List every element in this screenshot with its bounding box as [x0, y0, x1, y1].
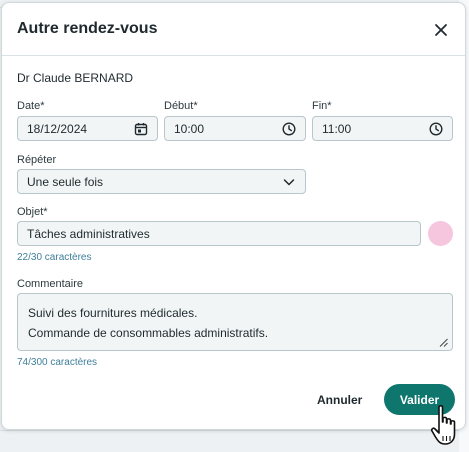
- clock-icon[interactable]: [282, 121, 296, 136]
- start-label: Début*: [164, 100, 198, 112]
- chevron-down-icon: [283, 178, 295, 185]
- dialog-header: Autre rendez-vous: [2, 3, 465, 56]
- start-time-field[interactable]: 10:00: [164, 116, 306, 141]
- clock-icon[interactable]: [429, 121, 443, 136]
- end-time-field[interactable]: 11:00: [312, 116, 453, 141]
- practitioner-name: Dr Claude BERNARD: [17, 71, 134, 85]
- cancel-button[interactable]: Annuler: [317, 393, 362, 407]
- appointment-dialog: Autre rendez-vous Dr Claude BERNARD Date…: [1, 2, 466, 430]
- subject-char-counter: 22/30 caractères: [17, 252, 92, 263]
- comment-char-counter: 74/300 caractères: [17, 357, 98, 368]
- hand-cursor-icon: [430, 405, 456, 445]
- date-label: Date*: [17, 100, 45, 112]
- date-value: 18/12/2024: [27, 121, 88, 136]
- comment-textarea[interactable]: Suivi des fournitures médicales. Command…: [17, 293, 453, 351]
- color-picker-swatch[interactable]: [428, 221, 453, 246]
- repeat-select[interactable]: Une seule fois: [17, 169, 306, 194]
- dialog-title: Autre rendez-vous: [17, 20, 158, 37]
- start-time-value: 10:00: [174, 121, 205, 136]
- comment-label: Commentaire: [17, 278, 84, 290]
- repeat-label: Répéter: [17, 154, 57, 166]
- subject-input[interactable]: Tâches administratives: [17, 221, 421, 246]
- repeat-value: Une seule fois: [27, 174, 104, 189]
- close-icon[interactable]: [431, 20, 451, 40]
- comment-line: Commande de consommables administratifs.: [28, 326, 269, 340]
- subject-value: Tâches administratives: [27, 226, 150, 241]
- calendar-icon[interactable]: [134, 122, 148, 136]
- end-label: Fin*: [312, 100, 332, 112]
- subject-label: Objet*: [17, 206, 48, 218]
- comment-line: Suivi des fournitures médicales.: [28, 306, 198, 320]
- resize-handle-icon[interactable]: [439, 338, 448, 347]
- end-time-value: 11:00: [322, 121, 352, 136]
- date-field[interactable]: 18/12/2024: [17, 116, 158, 141]
